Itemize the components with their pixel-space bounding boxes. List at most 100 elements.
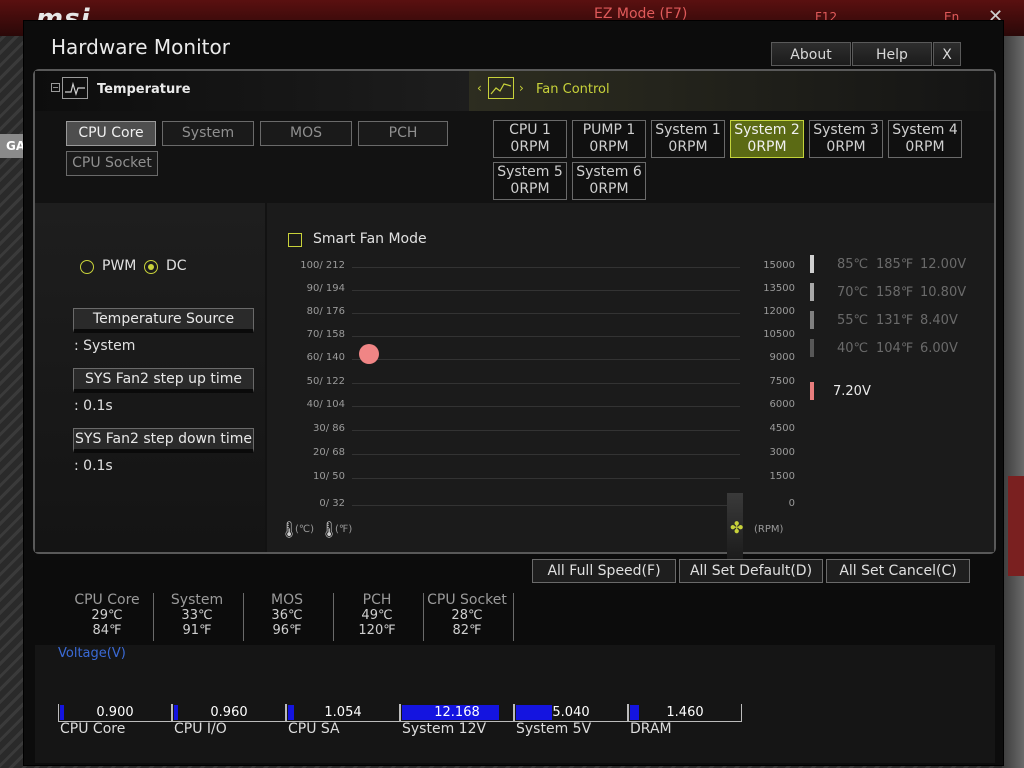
grid-line — [352, 383, 740, 384]
tick-left-label: 80/ 176 — [306, 306, 345, 317]
fan-rpm: 0RPM — [905, 139, 945, 155]
fan-name: CPU 1 — [509, 122, 551, 138]
readout-c: 49℃ — [361, 608, 393, 623]
voltage-name: System 12V — [402, 721, 487, 737]
tick-right-label: 0 — [788, 498, 795, 509]
voltage-value: 0.900 — [96, 705, 134, 720]
legend-c: 85℃ — [837, 257, 869, 272]
readout-c: 29℃ — [91, 608, 123, 623]
all-set-default-button[interactable]: All Set Default(D) — [679, 559, 823, 583]
tick-left-label: 70/ 158 — [306, 329, 345, 340]
voltage-bar: 12.168 — [400, 704, 514, 722]
tick-left-label: 60/ 140 — [306, 352, 345, 363]
fan-name: System 3 — [813, 122, 879, 138]
temp-source-cpu-core[interactable]: CPU Core — [66, 121, 156, 146]
fan-name: System 5 — [497, 164, 563, 180]
window-title: Hardware Monitor — [51, 35, 230, 59]
chevron-left-icon[interactable]: ‹ — [477, 81, 482, 95]
fan-name: System 4 — [892, 122, 958, 138]
legend-v: 12.00V — [920, 257, 967, 272]
collapse-icon[interactable]: − — [51, 83, 60, 92]
fan-control-title: Fan Control — [536, 82, 610, 97]
step-up-time-button[interactable]: SYS Fan2 step up time — [73, 368, 254, 393]
temp-readout-pch: PCH 49℃ 120℉ — [333, 593, 421, 639]
tick-right-label: 3000 — [769, 447, 795, 458]
fan-name: System 6 — [576, 164, 642, 180]
fan-button-system5[interactable]: System 5 0RPM — [493, 162, 567, 200]
tick-left-label: 90/ 194 — [306, 283, 345, 294]
current-voltage: 7.20V — [833, 384, 871, 399]
fan-settings-panel: PWM DC Temperature Source : System SYS F… — [35, 203, 265, 552]
tick-right-label: 12000 — [763, 306, 795, 317]
dc-label: DC — [166, 258, 187, 274]
all-set-cancel-button[interactable]: All Set Cancel(C) — [826, 559, 970, 583]
temp-source-mos[interactable]: MOS — [260, 121, 352, 146]
readout-name: CPU Socket — [427, 592, 507, 608]
readout-f: 91℉ — [182, 623, 212, 638]
temperature-graph-icon — [62, 77, 88, 99]
tick-left-label: 20/ 68 — [313, 447, 345, 458]
readout-f: 82℉ — [452, 623, 482, 638]
readout-name: System — [170, 592, 224, 608]
help-button[interactable]: Help — [852, 42, 932, 66]
close-button[interactable]: X — [933, 42, 961, 66]
fan-button-cpu1[interactable]: CPU 1 0RPM — [493, 120, 567, 158]
step-down-time-button[interactable]: SYS Fan2 step down time — [73, 428, 254, 453]
fan-rpm: 0RPM — [589, 139, 629, 155]
readout-f: 96℉ — [272, 623, 302, 638]
legend-c: 55℃ — [837, 313, 869, 328]
all-full-speed-button[interactable]: All Full Speed(F) — [532, 559, 676, 583]
temperature-title: Temperature — [97, 82, 191, 97]
pwm-radio[interactable] — [80, 260, 94, 274]
tick-right-label: 15000 — [763, 260, 795, 271]
fan-button-system6[interactable]: System 6 0RPM — [572, 162, 646, 200]
fan-curve-point[interactable] — [359, 344, 379, 364]
voltage-name: CPU SA — [288, 721, 340, 737]
legend-v: 10.80V — [920, 285, 967, 300]
fan-button-system3[interactable]: System 3 0RPM — [809, 120, 883, 158]
fan-rpm: 0RPM — [510, 181, 550, 197]
legend-f: 104℉ — [876, 341, 914, 356]
fan-rpm: 0RPM — [747, 139, 787, 155]
voltage-bar: 0.960 — [172, 704, 286, 722]
tick-right-label: 4500 — [769, 423, 795, 434]
temperature-source-button[interactable]: Temperature Source — [73, 308, 254, 333]
fan-button-system2[interactable]: System 2 0RPM — [730, 120, 804, 158]
temp-readout-mos: MOS 36℃ 96℉ — [243, 593, 331, 639]
unit-celsius: (℃) — [295, 524, 315, 535]
step-down-time-value: : 0.1s — [74, 458, 113, 474]
smart-fan-checkbox[interactable] — [288, 233, 302, 247]
grid-line — [352, 267, 740, 268]
tick-right-label: 1500 — [769, 471, 795, 482]
legend-v: 6.00V — [920, 341, 958, 356]
readout-name: CPU Core — [74, 592, 140, 608]
fan-rpm: 0RPM — [510, 139, 550, 155]
unit-rpm: (RPM) — [754, 524, 784, 535]
fan-button-system1[interactable]: System 1 0RPM — [651, 120, 725, 158]
monitor-panel: − Temperature ‹ › Fan Control CPU Core S… — [33, 69, 996, 563]
temp-source-pch[interactable]: PCH — [358, 121, 448, 146]
step-up-time-value: : 0.1s — [74, 398, 113, 414]
voltage-name: CPU Core — [60, 721, 126, 737]
voltage-value: 1.460 — [666, 705, 704, 720]
background-right-edge — [1002, 36, 1024, 768]
temp-source-system[interactable]: System — [162, 121, 254, 146]
about-button[interactable]: About — [771, 42, 851, 66]
voltage-value: 1.054 — [324, 705, 362, 720]
fan-name: System 2 — [734, 122, 800, 138]
tick-right-label: 7500 — [769, 376, 795, 387]
grid-line — [352, 359, 740, 360]
temp-source-cpu-socket[interactable]: CPU Socket — [66, 151, 158, 176]
fan-button-system4[interactable]: System 4 0RPM — [888, 120, 962, 158]
background-marker — [1008, 476, 1024, 576]
tick-left-label: 30/ 86 — [313, 423, 345, 434]
smart-fan-label: Smart Fan Mode — [313, 231, 427, 247]
dc-radio[interactable] — [144, 260, 158, 274]
tick-right-label: 10500 — [763, 329, 795, 340]
voltage-name: CPU I/O — [174, 721, 227, 737]
current-voltage-bar — [810, 382, 814, 400]
chevron-right-icon[interactable]: › — [519, 81, 524, 95]
fan-curve-area: Smart Fan Mode 100/ 212 15000 90/ 194 13500… — [267, 203, 994, 563]
legend-f: 185℉ — [876, 257, 914, 272]
fan-button-pump1[interactable]: PUMP 1 0RPM — [572, 120, 646, 158]
